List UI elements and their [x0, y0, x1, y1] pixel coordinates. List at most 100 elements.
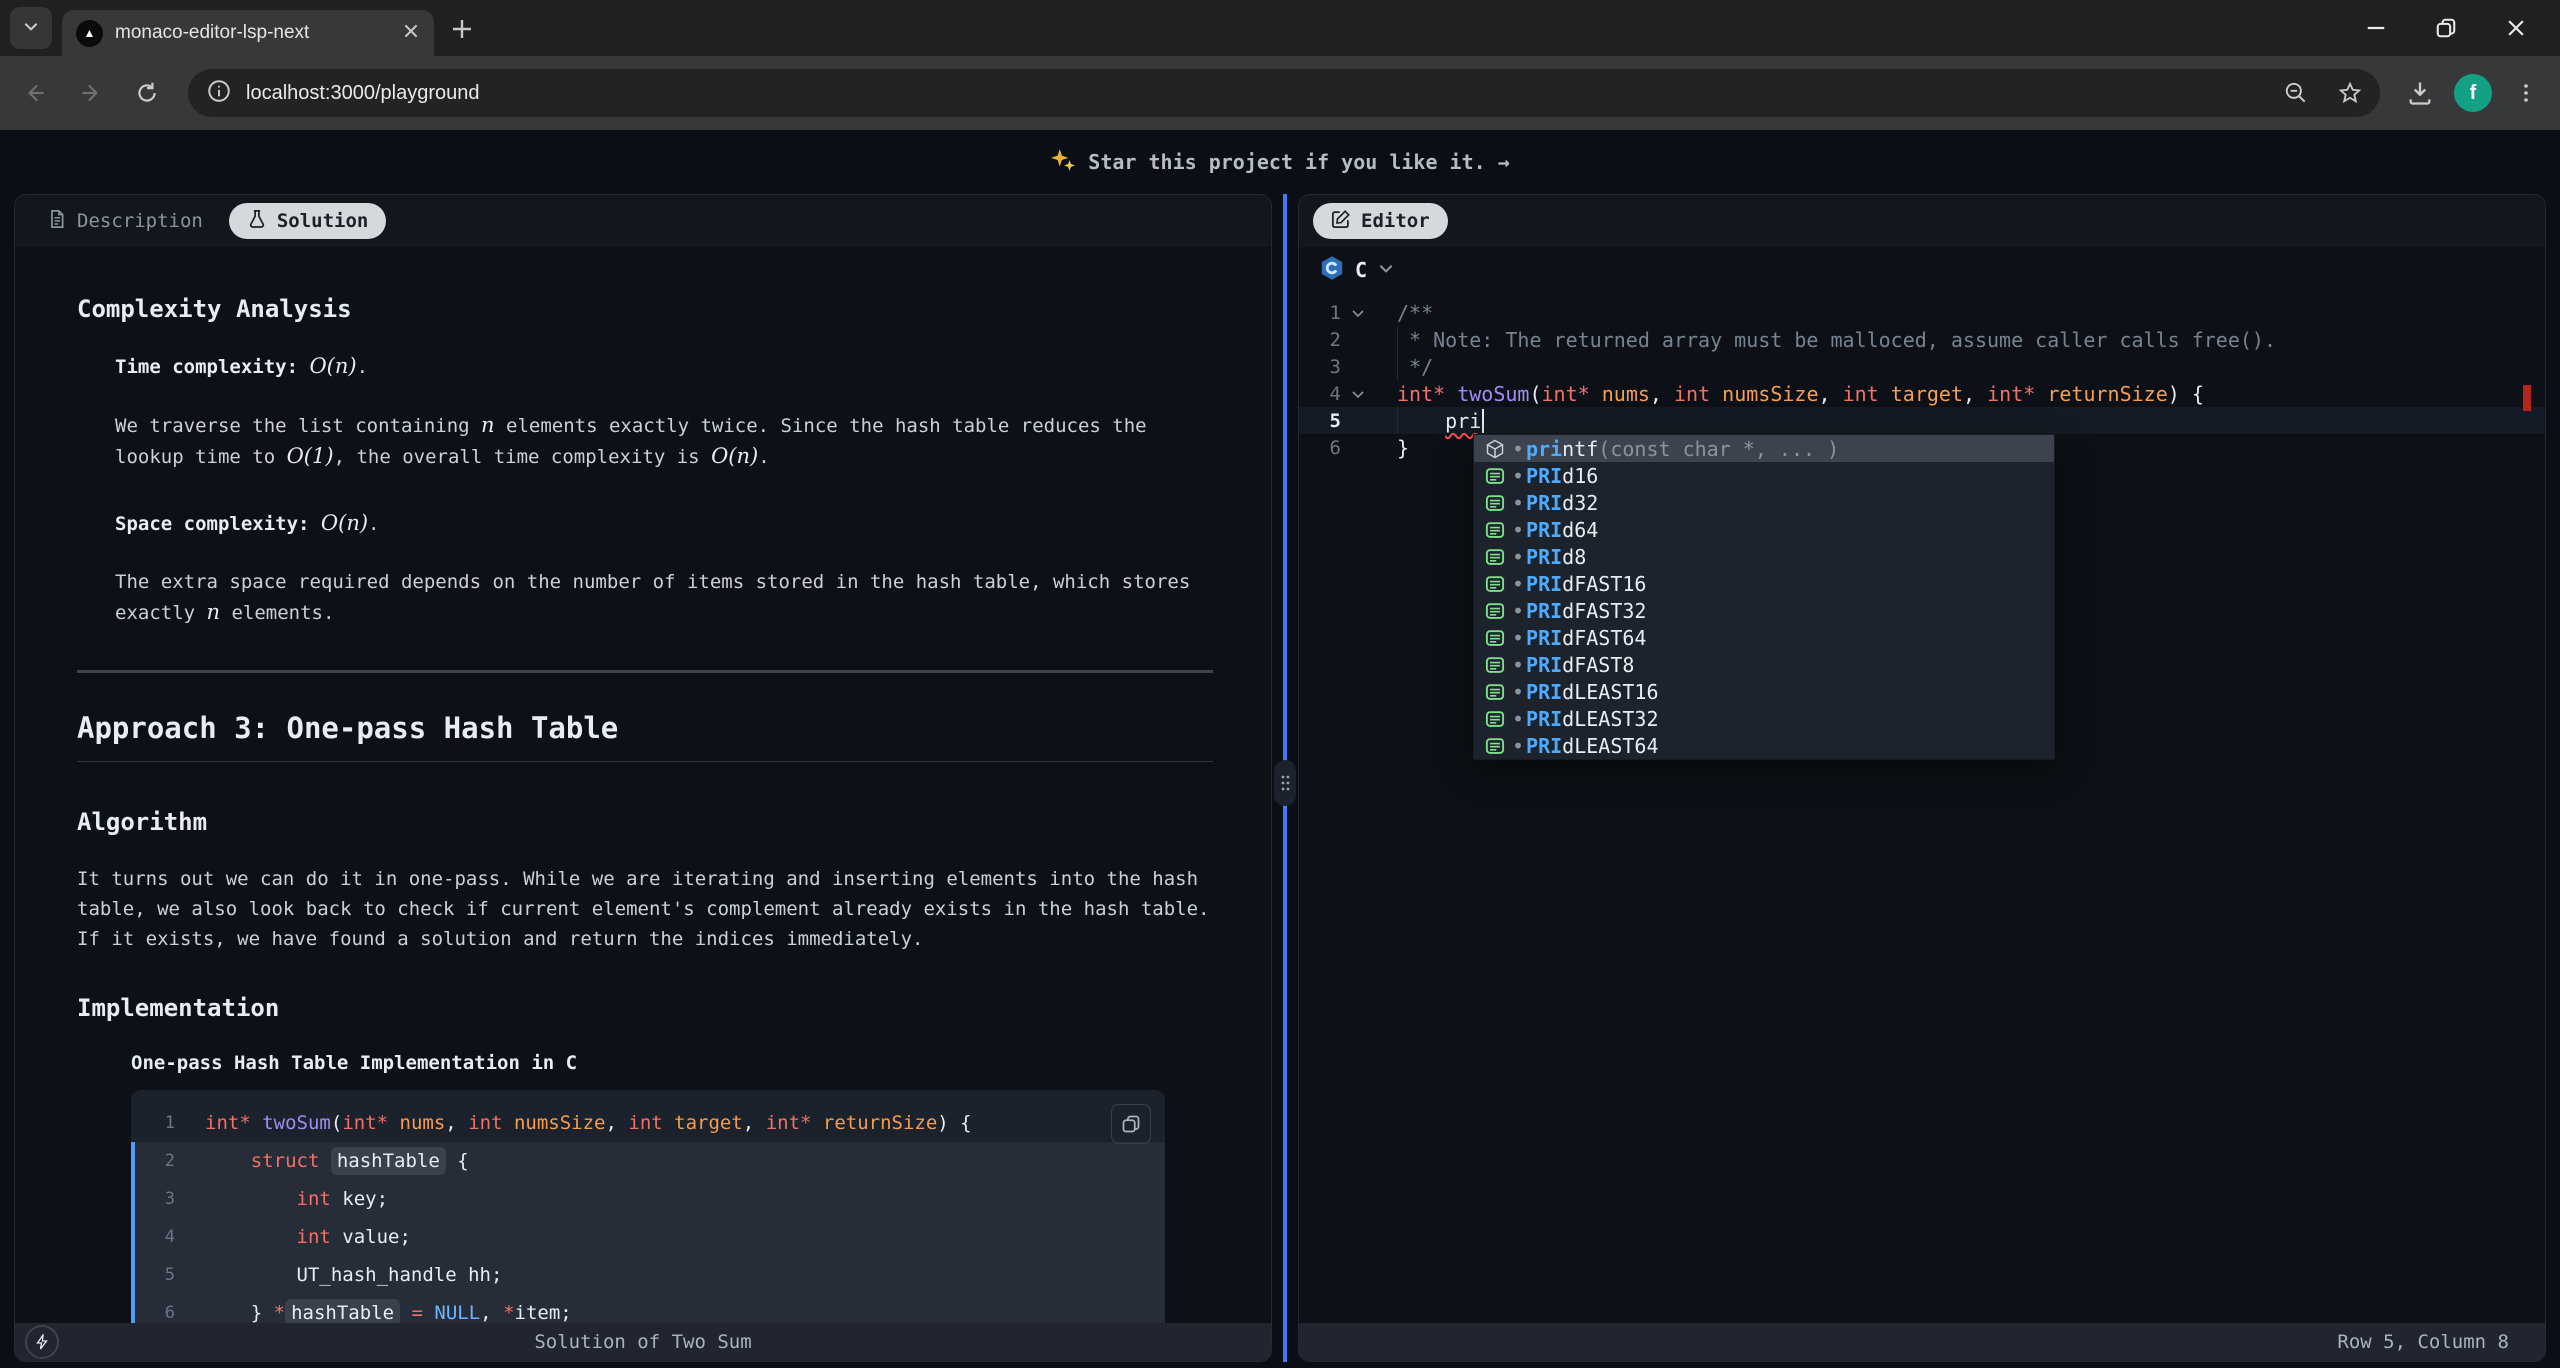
suggestion-item[interactable]: •PRIdLEAST64 — [1474, 732, 2054, 759]
code-line-highlighted: 5 UT_hash_handle hh; — [131, 1256, 1165, 1294]
browser-menu-icon[interactable] — [2506, 73, 2546, 113]
back-button[interactable] — [14, 72, 56, 114]
section-divider — [77, 670, 1213, 673]
download-icon[interactable] — [2400, 73, 2440, 113]
editor-current-line[interactable]: 5 pri — [1299, 407, 2545, 434]
panel-resize-divider[interactable] — [1272, 194, 1298, 1362]
code-line-highlighted: 6 } *hashTable = NULL, *item; — [131, 1294, 1165, 1323]
tab-title: monaco-editor-lsp-next — [115, 22, 390, 44]
bookmark-star-icon[interactable] — [2330, 73, 2370, 113]
tab-description-label: Description — [77, 210, 203, 232]
editor-line[interactable]: 1 /** — [1299, 299, 2545, 326]
tab-solution[interactable]: Solution — [229, 203, 387, 239]
code-line-highlighted: 4 int value; — [131, 1218, 1165, 1256]
profile-avatar[interactable]: f — [2454, 74, 2492, 112]
forward-button[interactable] — [70, 72, 112, 114]
reload-button[interactable] — [126, 72, 168, 114]
site-favicon: ▲ — [76, 20, 103, 47]
space-complexity-text: Space complexity: O(n). — [115, 508, 1213, 539]
address-bar[interactable]: localhost:3000/playground — [188, 69, 2380, 117]
symbol-field-icon — [1482, 574, 1508, 594]
url-text[interactable]: localhost:3000/playground — [246, 82, 2262, 105]
star-project-banner[interactable]: Star this project if you like it. → — [0, 130, 2560, 194]
restore-button[interactable] — [2426, 8, 2466, 48]
copy-code-button[interactable] — [1111, 1104, 1151, 1144]
editor-status-bar: Row 5, Column 8 — [1299, 1323, 2545, 1361]
editor-panel: Editor C 1 /** — [1298, 194, 2546, 1362]
symbol-field-icon — [1482, 493, 1508, 513]
tab-description[interactable]: Description — [29, 203, 221, 239]
suggestion-item[interactable]: •PRIdFAST16 — [1474, 570, 2054, 597]
suggestion-item[interactable]: •printf(const char *, ... ) — [1474, 435, 2054, 462]
autocomplete-popup: •printf(const char *, ... ) •PRId16 •PRI… — [1473, 434, 2055, 760]
code-line-highlighted: 2 struct hashTable { — [131, 1142, 1165, 1180]
suggestion-item[interactable]: •PRIdLEAST16 — [1474, 678, 2054, 705]
solution-code-block: 1int* twoSum(int* nums, int numsSize, in… — [131, 1090, 1165, 1323]
chevron-down-icon — [1377, 259, 1395, 281]
close-button[interactable] — [2496, 8, 2536, 48]
traverse-paragraph: We traverse the list containing n elemen… — [115, 410, 1213, 472]
symbol-field-icon — [1482, 655, 1508, 675]
site-info-icon[interactable] — [206, 78, 232, 109]
problem-status-bar: Solution of Two Sum — [15, 1323, 1271, 1361]
editor-panel-tabs: Editor — [1299, 195, 2545, 247]
language-label: C — [1355, 258, 1367, 282]
new-tab-button[interactable] — [450, 17, 474, 46]
symbol-field-icon — [1482, 682, 1508, 702]
editor-line[interactable]: 2 * Note: The returned array must be mal… — [1299, 326, 2545, 353]
editor-line[interactable]: 3 */ — [1299, 353, 2545, 380]
symbol-function-icon — [1482, 439, 1508, 459]
editor-line[interactable]: 4 int* twoSum(int* nums, int numsSize, i… — [1299, 380, 2545, 407]
code-line: 1int* twoSum(int* nums, int numsSize, in… — [131, 1104, 1165, 1142]
fold-chevron-icon[interactable] — [1341, 386, 1375, 402]
symbol-field-icon — [1482, 466, 1508, 486]
flask-icon — [247, 209, 267, 234]
suggestion-item[interactable]: •PRId64 — [1474, 516, 2054, 543]
implementation-heading: Implementation — [77, 994, 1213, 1022]
lightning-button[interactable] — [25, 1325, 59, 1359]
tab-solution-label: Solution — [277, 210, 369, 232]
suggestion-item[interactable]: •PRIdFAST64 — [1474, 624, 2054, 651]
tab-search-button[interactable] — [10, 7, 52, 49]
algorithm-paragraph: It turns out we can do it in one-pass. W… — [77, 864, 1213, 954]
code-line-highlighted: 3 int key; — [131, 1180, 1165, 1218]
browser-tab-strip: ▲ monaco-editor-lsp-next — [0, 0, 2560, 56]
suggestion-item[interactable]: •PRIdFAST8 — [1474, 651, 2054, 678]
complexity-heading: Complexity Analysis — [77, 295, 1213, 323]
suggestion-item[interactable]: •PRId16 — [1474, 462, 2054, 489]
suggestion-item[interactable]: •PRId32 — [1474, 489, 2054, 516]
suggestion-item[interactable]: •PRId8 — [1474, 543, 2054, 570]
browser-toolbar: localhost:3000/playground f — [0, 56, 2560, 130]
browser-tab[interactable]: ▲ monaco-editor-lsp-next — [62, 10, 434, 56]
sparkles-icon — [1050, 147, 1076, 178]
symbol-field-icon — [1482, 547, 1508, 567]
chevron-down-icon — [22, 17, 40, 40]
symbol-field-icon — [1482, 709, 1508, 729]
banner-arrow-icon: → — [1498, 150, 1510, 174]
text-cursor — [1482, 409, 1484, 433]
time-complexity-text: Time complexity: O(n). — [115, 351, 1213, 382]
problem-status-label: Solution of Two Sum — [534, 1331, 751, 1353]
zoom-out-icon[interactable] — [2276, 73, 2316, 113]
monaco-editor[interactable]: 1 /** 2 * Note: The returned array must … — [1299, 293, 2545, 1323]
algorithm-heading: Algorithm — [77, 808, 1213, 836]
divider-grip-handle[interactable] — [1274, 760, 1296, 806]
suggestion-item[interactable]: •PRIdLEAST32 — [1474, 705, 2054, 732]
overview-error-marker — [2523, 385, 2531, 411]
minimize-button[interactable] — [2356, 8, 2396, 48]
cursor-position-label: Row 5, Column 8 — [2337, 1331, 2509, 1353]
tab-close-icon[interactable] — [402, 22, 420, 45]
document-icon — [47, 209, 67, 234]
solution-article: Complexity Analysis Time complexity: O(n… — [15, 247, 1271, 1323]
code-caption: One-pass Hash Table Implementation in C — [131, 1052, 1213, 1074]
approach-heading: Approach 3: One-pass Hash Table — [77, 711, 1213, 762]
tab-editor-label: Editor — [1361, 210, 1430, 232]
language-selector[interactable]: C — [1299, 247, 2545, 293]
banner-text: Star this project if you like it. — [1088, 150, 1485, 174]
tab-editor[interactable]: Editor — [1313, 203, 1448, 239]
suggestion-item[interactable]: •PRIdFAST32 — [1474, 597, 2054, 624]
symbol-field-icon — [1482, 628, 1508, 648]
problem-panel-tabs: Description Solution — [15, 195, 1271, 247]
symbol-field-icon — [1482, 736, 1508, 756]
fold-chevron-icon[interactable] — [1341, 305, 1375, 321]
